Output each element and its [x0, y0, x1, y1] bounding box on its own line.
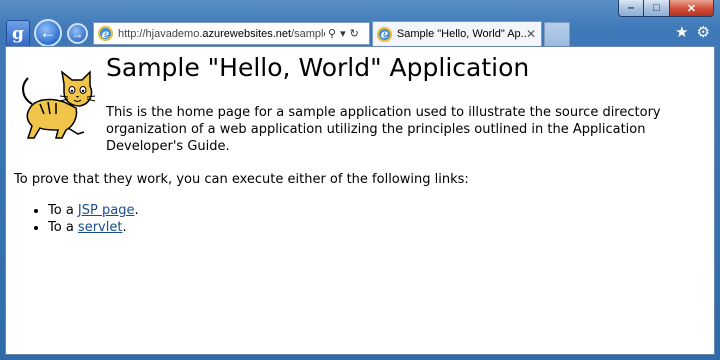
new-tab-button[interactable] — [544, 22, 570, 46]
minimize-button[interactable]: – — [618, 0, 644, 17]
command-icons: ★ ⚙ — [675, 23, 710, 41]
window-controls: – □ ✕ — [618, 0, 714, 17]
refresh-icon[interactable]: ↻ — [350, 27, 359, 40]
tomcat-logo — [22, 70, 96, 139]
dropdown-arrow-icon[interactable]: ▾ — [340, 27, 346, 40]
forward-button[interactable]: → — [67, 23, 88, 44]
address-bar-icons: ⚲ ▾ ↻ — [328, 27, 359, 40]
link-list: To a JSP page. To a servlet. — [30, 202, 139, 236]
back-button[interactable]: ← — [34, 19, 62, 47]
search-icon[interactable]: ⚲ — [328, 27, 336, 40]
ie-page-icon: e — [98, 26, 113, 41]
instructions-text: To prove that they work, you can execute… — [14, 172, 469, 187]
ie-tab-icon: e — [377, 26, 392, 42]
servlet-link[interactable]: servlet — [78, 220, 123, 235]
tab-title: Sample "Hello, World" Ap... — [396, 28, 526, 40]
list-item: To a JSP page. — [48, 202, 139, 219]
maximize-button[interactable]: □ — [644, 0, 670, 17]
url-domain: azurewebsites.net — [202, 27, 292, 40]
close-window-button[interactable]: ✕ — [670, 0, 714, 17]
url-text[interactable]: http://hjavademo.azurewebsites.net/sampl… — [118, 28, 325, 40]
page-title: Sample "Hello, World" Application — [106, 53, 530, 82]
link-suffix: . — [122, 220, 127, 235]
address-bar[interactable]: e http://hjavademo.azurewebsites.net/sam… — [93, 22, 370, 45]
list-item: To a servlet. — [48, 219, 139, 236]
link-prefix: To a — [48, 220, 78, 235]
google-icon[interactable]: g — [6, 20, 30, 48]
favorites-star-icon[interactable]: ★ — [675, 23, 688, 41]
intro-paragraph: This is the home page for a sample appli… — [106, 105, 661, 154]
url-suffix: /sample/ — [291, 27, 325, 40]
tab-close-icon[interactable]: ✕ — [526, 27, 536, 41]
tools-gear-icon[interactable]: ⚙ — [697, 23, 710, 41]
link-prefix: To a — [48, 203, 78, 218]
page-viewport: Sample "Hello, World" Application This i… — [5, 46, 715, 355]
url-prefix: http://hjavademo. — [118, 27, 203, 40]
browser-toolbar: g ← → e http://hjavademo.azurewebsites.n… — [0, 19, 720, 48]
forward-arrow-icon: → — [71, 26, 84, 41]
back-arrow-icon: ← — [39, 23, 57, 42]
link-suffix: . — [134, 203, 139, 218]
jsp-page-link[interactable]: JSP page — [78, 203, 135, 218]
tab-sample-hello-world[interactable]: e Sample "Hello, World" Ap... ✕ — [372, 21, 542, 46]
